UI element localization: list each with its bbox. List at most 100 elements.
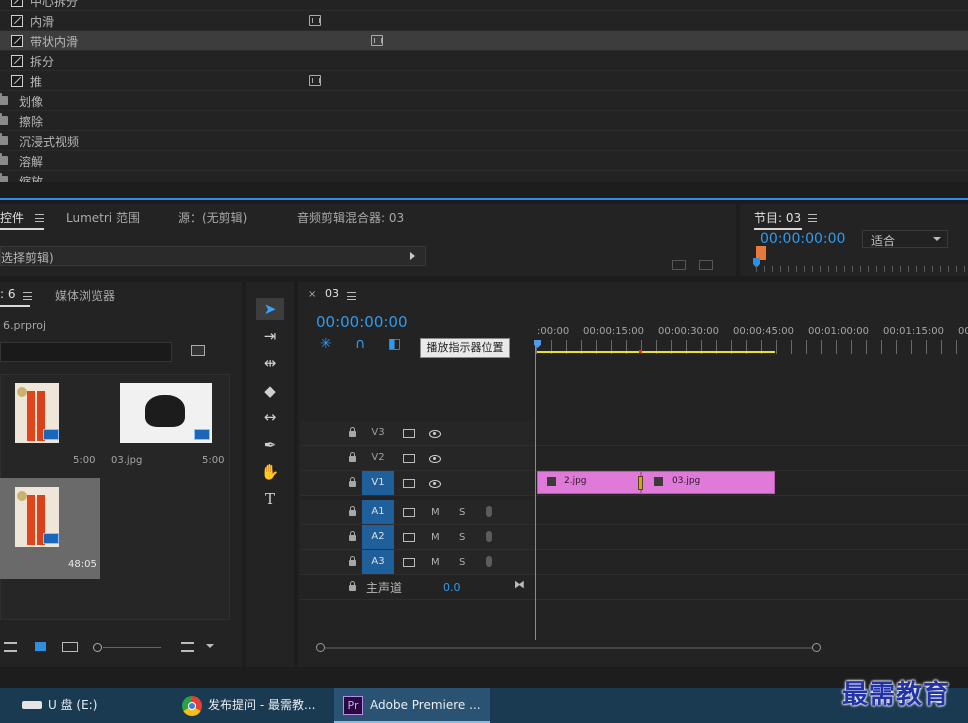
transition-marker[interactable] [638, 476, 643, 490]
project-search-input[interactable] [0, 342, 172, 362]
effect-row[interactable]: 中心拆分 [0, 0, 968, 11]
program-timecode[interactable]: 00:00:00:00 [760, 231, 845, 247]
pen-tool-icon[interactable]: ✒ [256, 434, 284, 456]
effect-folder[interactable]: 溶解 [0, 151, 968, 171]
sync-lock-icon[interactable] [403, 454, 415, 463]
selection-tool-icon[interactable]: ➤ [256, 298, 284, 320]
taskbar-premiere-item[interactable]: Pr Adobe Premiere ... [334, 688, 490, 723]
program-ruler[interactable] [756, 266, 968, 272]
timeline-scrollbar[interactable] [316, 643, 968, 652]
sequence-icon [43, 533, 59, 544]
solo-button[interactable]: S [459, 557, 465, 568]
sync-lock-icon[interactable] [403, 508, 415, 517]
scroll-handle-left[interactable] [316, 643, 325, 652]
mute-button[interactable]: M [431, 507, 440, 518]
effect-row-selected[interactable]: 带状内滑 [0, 31, 968, 51]
mute-button[interactable]: M [431, 532, 440, 543]
program-playhead-marker[interactable] [756, 246, 766, 260]
list-view-icon[interactable] [4, 642, 17, 652]
effect-folder[interactable]: 擦除 [0, 111, 968, 131]
razor-tool-icon[interactable]: ◆ [256, 380, 284, 402]
clip-select-dropdown[interactable]: 选择剪辑) [0, 246, 426, 266]
microphone-icon[interactable] [486, 531, 492, 542]
sync-lock-icon[interactable] [403, 479, 415, 488]
track-label-a3[interactable]: A3 [362, 550, 394, 574]
panel-menu-icon[interactable] [35, 214, 44, 222]
folder-icon [0, 153, 8, 165]
effect-folder[interactable]: 沉浸式视频 [0, 131, 968, 151]
tab-sequence[interactable]: 03 [325, 287, 339, 300]
find-icon[interactable] [191, 345, 205, 356]
program-title[interactable]: 节目: 03 [754, 209, 801, 226]
tab-lumetri-scopes[interactable]: Lumetri 范围 [66, 209, 140, 226]
effect-folder[interactable]: 划像 [0, 91, 968, 111]
ripple-edit-tool-icon[interactable]: ⇹ [256, 352, 284, 374]
type-tool-icon[interactable]: T [256, 488, 284, 510]
microphone-icon[interactable] [486, 556, 492, 567]
nest-sequence-icon[interactable]: ✳ [320, 336, 332, 352]
eye-icon[interactable] [429, 455, 441, 463]
tab-media-browser[interactable]: 媒体浏览器 [55, 287, 115, 304]
export-frame-icon[interactable] [699, 260, 713, 270]
linked-selection-icon[interactable]: ◧ [388, 336, 401, 352]
sync-lock-icon[interactable] [403, 533, 415, 542]
lock-icon[interactable] [349, 531, 356, 541]
tab-effect-controls[interactable]: 控件 [0, 209, 24, 226]
image-sequence-icon [43, 429, 59, 440]
chevron-down-icon[interactable] [206, 644, 214, 648]
track-label-a1[interactable]: A1 [362, 500, 394, 524]
effect-folder[interactable]: 缩放 [0, 171, 968, 182]
timeline-clip[interactable]: 2.jpg [537, 471, 641, 494]
panel-menu-icon[interactable] [23, 292, 32, 300]
export-audio-icon[interactable] [672, 260, 686, 270]
track-label-a2[interactable]: A2 [362, 525, 394, 549]
slip-tool-icon[interactable]: ↔ [256, 406, 284, 428]
mute-button[interactable]: M [431, 557, 440, 568]
scroll-track[interactable] [325, 647, 813, 649]
lock-icon[interactable] [349, 452, 356, 462]
track-select-tool-icon[interactable]: ⇥ [256, 325, 284, 347]
lock-icon[interactable] [349, 427, 356, 437]
eye-icon[interactable] [429, 430, 441, 438]
sync-lock-icon[interactable] [403, 558, 415, 567]
effect-row[interactable]: 内滑 [0, 11, 968, 31]
solo-button[interactable]: S [459, 507, 465, 518]
timeline-clip[interactable]: 03.jpg [641, 471, 775, 494]
effect-icon [11, 75, 23, 87]
taskbar-chrome-item[interactable]: 发布提问 - 最需教... [170, 688, 330, 723]
icon-view-icon[interactable] [35, 642, 46, 651]
taskbar-drive-item[interactable]: U 盘 (E:) [0, 688, 160, 723]
sort-icon[interactable] [181, 642, 194, 652]
panel-menu-icon[interactable] [808, 214, 817, 222]
freeform-view-icon[interactable] [62, 642, 78, 652]
panel-menu-icon[interactable] [347, 292, 356, 300]
zoom-slider-handle[interactable] [93, 643, 102, 652]
effect-row[interactable]: 推 [0, 71, 968, 91]
zoom-slider-track[interactable] [103, 647, 161, 648]
microphone-icon[interactable] [486, 506, 492, 517]
tab-audio-clip-mixer[interactable]: 音频剪辑混合器: 03 [297, 209, 404, 226]
effect-row[interactable]: 拆分 [0, 51, 968, 71]
hand-tool-icon[interactable]: ✋ [256, 461, 284, 483]
go-to-out-icon[interactable]: ⧓ [514, 578, 525, 591]
lock-icon[interactable] [349, 506, 356, 516]
track-label-v3[interactable]: V3 [362, 421, 394, 445]
lock-icon[interactable] [349, 581, 356, 591]
scroll-handle-right[interactable] [812, 643, 821, 652]
sync-lock-icon[interactable] [403, 429, 415, 438]
track-label-v1[interactable]: V1 [362, 471, 394, 495]
track-label-v2[interactable]: V2 [362, 446, 394, 470]
master-volume-value[interactable]: 0.0 [443, 581, 461, 594]
close-icon[interactable]: × [308, 289, 316, 300]
zoom-fit-select[interactable]: 适合 [862, 230, 948, 248]
playhead-line[interactable] [535, 345, 536, 640]
work-area-bar[interactable] [537, 351, 775, 353]
eye-icon[interactable] [429, 480, 441, 488]
lock-icon[interactable] [349, 477, 356, 487]
tab-project[interactable]: : 6 [0, 287, 16, 301]
tab-source[interactable]: 源：(无剪辑) [178, 209, 247, 226]
solo-button[interactable]: S [459, 532, 465, 543]
lock-icon[interactable] [349, 556, 356, 566]
snap-icon[interactable]: ∩ [355, 336, 365, 352]
timeline-timecode[interactable]: 00:00:00:00 [316, 313, 408, 331]
